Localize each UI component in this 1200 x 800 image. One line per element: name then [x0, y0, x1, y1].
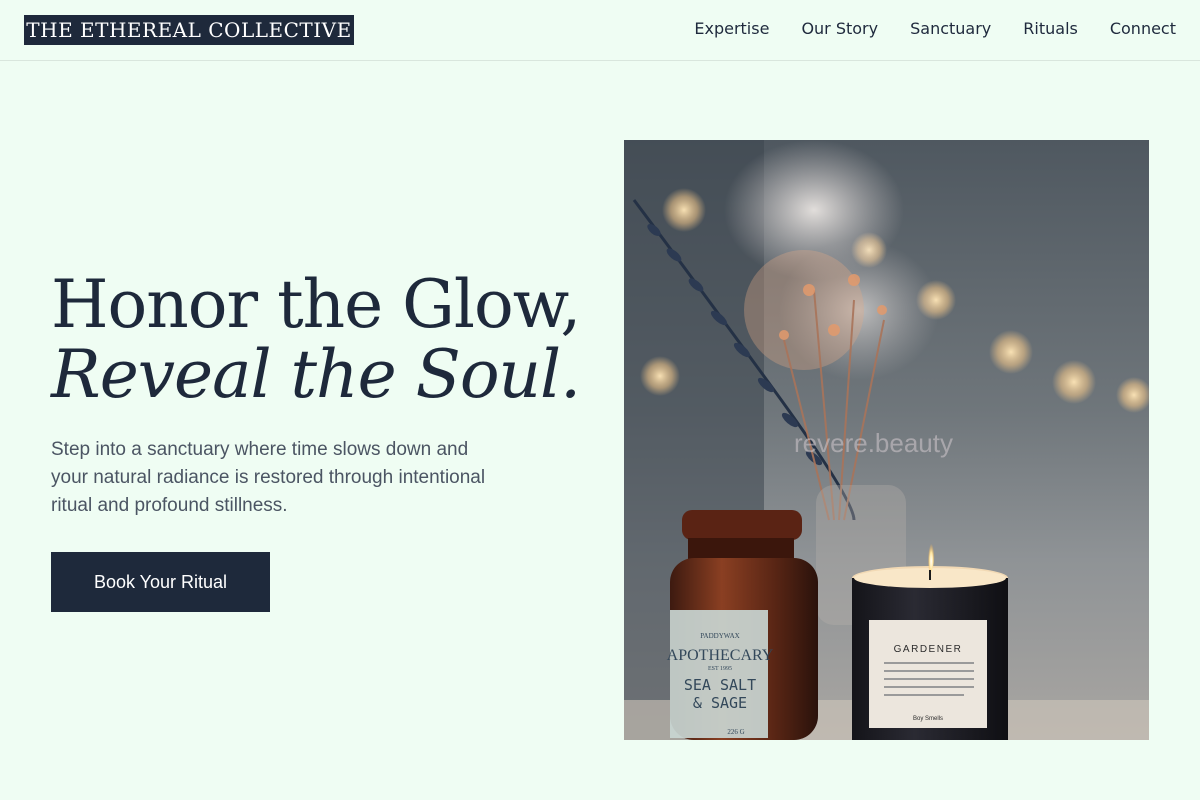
hero-title-line1: Honor the Glow,: [51, 266, 581, 343]
candle-label-title: GARDENER: [894, 644, 963, 655]
hero-title: Honor the Glow, Reveal the Soul.: [51, 270, 611, 410]
image-watermark: revere.beauty: [794, 428, 953, 458]
nav-link-connect[interactable]: Connect: [1110, 18, 1176, 40]
jar-weight-text: 226 G: [727, 728, 744, 736]
site-header: THE ETHEREAL COLLECTIVE Expertise Our St…: [0, 0, 1200, 61]
nav-link-expertise[interactable]: Expertise: [694, 18, 769, 40]
candle-vessel: [852, 540, 1008, 740]
nav-link-sanctuary[interactable]: Sanctuary: [910, 18, 991, 40]
hero-title-line2: Reveal the Soul.: [51, 336, 581, 413]
jar-scent-line1: SEA SALT: [684, 676, 756, 694]
jar-apothecary-text: APOTHECARY: [667, 647, 774, 664]
main-nav: Expertise Our Story Sanctuary Rituals Co…: [694, 18, 1176, 40]
jar-est-text: EST 1995: [708, 666, 732, 672]
nav-link-our-story[interactable]: Our Story: [801, 18, 878, 40]
hero-image: PADDYWAX APOTHECARY EST 1995 SEA SALT & …: [624, 140, 1149, 740]
hero-subtitle: Step into a sanctuary where time slows d…: [51, 439, 486, 516]
book-ritual-button[interactable]: Book Your Ritual: [51, 552, 270, 612]
brand-logo[interactable]: THE ETHEREAL COLLECTIVE: [24, 15, 354, 45]
nav-link-rituals[interactable]: Rituals: [1023, 18, 1078, 40]
jar-scent-line2: & SAGE: [693, 694, 747, 712]
jar-brand-text: PADDYWAX: [700, 632, 739, 640]
candle-label-maker: Boy Smells: [913, 716, 943, 722]
